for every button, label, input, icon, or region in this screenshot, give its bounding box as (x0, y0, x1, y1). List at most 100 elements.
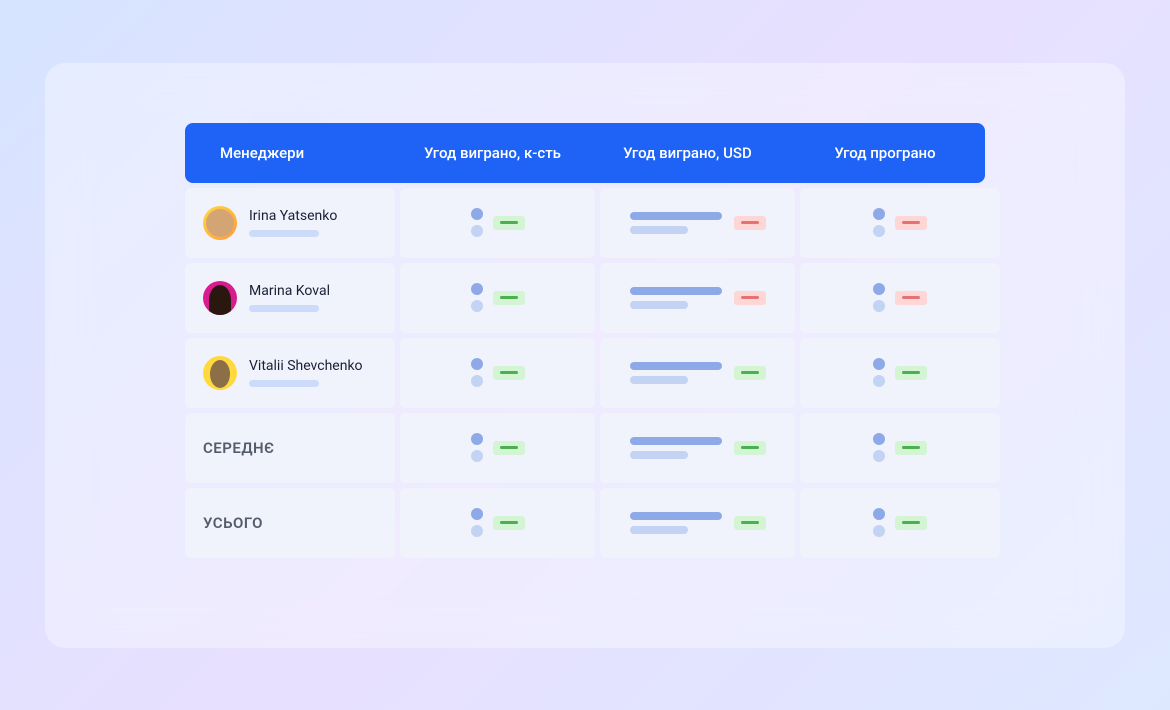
dot-icon (873, 450, 885, 462)
metric-group (471, 358, 525, 387)
metric-dots (471, 283, 483, 312)
metric-group (630, 512, 766, 534)
metric-bars (630, 212, 722, 234)
dot-icon (873, 208, 885, 220)
bar-icon (630, 437, 722, 445)
metric-bars (630, 287, 722, 309)
metric-group (471, 508, 525, 537)
bar-icon (630, 451, 688, 459)
metric-group (630, 287, 766, 309)
summary-row-average: СЕРЕДНЄ (185, 413, 985, 483)
bar-icon (630, 226, 688, 234)
header-managers: Менеджери (185, 144, 395, 162)
metric-group (873, 433, 927, 462)
metric-dots (471, 358, 483, 387)
deals-won-count-cell (400, 263, 595, 333)
table-row: Irina Yatsenko (185, 188, 985, 258)
status-badge-green (493, 366, 525, 380)
metric-dots (471, 433, 483, 462)
metric-group (873, 508, 927, 537)
dot-icon (471, 450, 483, 462)
deals-won-usd-cell (600, 413, 795, 483)
metric-dots (873, 433, 885, 462)
status-badge-green (895, 441, 927, 455)
total-label: УСЬОГО (203, 514, 263, 532)
metric-bars (630, 437, 722, 459)
metric-dots (471, 208, 483, 237)
header-deals-lost: Угод програно (785, 144, 985, 162)
dot-icon (873, 525, 885, 537)
status-badge-red (734, 216, 766, 230)
dot-icon (873, 358, 885, 370)
dot-icon (471, 300, 483, 312)
status-badge-green (493, 291, 525, 305)
metric-group (471, 433, 525, 462)
status-badge-green (493, 216, 525, 230)
manager-cell[interactable]: Irina Yatsenko (185, 188, 395, 258)
metric-group (630, 212, 766, 234)
status-badge-red (734, 291, 766, 305)
avatar (203, 206, 237, 240)
deals-won-usd-cell (600, 188, 795, 258)
manager-cell[interactable]: Vitalii Shevchenko (185, 338, 395, 408)
deals-won-count-cell (400, 188, 595, 258)
bar-icon (630, 526, 688, 534)
deals-lost-cell (800, 188, 1000, 258)
metric-dots (471, 508, 483, 537)
dot-icon (873, 283, 885, 295)
status-badge-green (734, 516, 766, 530)
table-row: Vitalii Shevchenko (185, 338, 985, 408)
bar-icon (630, 287, 722, 295)
status-badge-red (895, 291, 927, 305)
deals-won-count-cell (400, 413, 595, 483)
metric-group (630, 437, 766, 459)
summary-label-cell: УСЬОГО (185, 488, 395, 558)
manager-name: Vitalii Shevchenko (249, 358, 363, 374)
manager-subtitle-placeholder (249, 305, 319, 312)
status-badge-green (734, 441, 766, 455)
dot-icon (471, 433, 483, 445)
metric-group (630, 362, 766, 384)
dot-icon (471, 225, 483, 237)
deals-won-usd-cell (600, 338, 795, 408)
metric-group (873, 283, 927, 312)
metric-bars (630, 362, 722, 384)
avatar (203, 356, 237, 390)
metric-dots (873, 358, 885, 387)
manager-subtitle-placeholder (249, 380, 319, 387)
header-deals-won-count: Угод виграно, к-сть (395, 144, 590, 162)
manager-cell[interactable]: Marina Koval (185, 263, 395, 333)
deals-won-usd-cell (600, 263, 795, 333)
dot-icon (873, 375, 885, 387)
metric-group (471, 283, 525, 312)
bar-icon (630, 376, 688, 384)
dot-icon (471, 375, 483, 387)
summary-row-total: УСЬОГО (185, 488, 985, 558)
status-badge-green (493, 516, 525, 530)
dot-icon (471, 208, 483, 220)
avatar (203, 281, 237, 315)
table-row: Marina Koval (185, 263, 985, 333)
status-badge-green (734, 366, 766, 380)
manager-name: Irina Yatsenko (249, 208, 337, 224)
status-badge-green (895, 516, 927, 530)
bar-icon (630, 362, 722, 370)
status-badge-green (493, 441, 525, 455)
managers-table: Менеджери Угод виграно, к-сть Угод вигра… (185, 123, 985, 558)
metric-group (471, 208, 525, 237)
deals-won-count-cell (400, 488, 595, 558)
dot-icon (873, 225, 885, 237)
dot-icon (873, 433, 885, 445)
main-card: Менеджери Угод виграно, к-сть Угод вигра… (45, 63, 1125, 648)
status-badge-red (895, 216, 927, 230)
metric-dots (873, 508, 885, 537)
manager-info: Vitalii Shevchenko (249, 358, 363, 387)
metric-dots (873, 283, 885, 312)
manager-info: Irina Yatsenko (249, 208, 337, 237)
metric-bars (630, 512, 722, 534)
bar-icon (630, 512, 722, 520)
deals-won-usd-cell (600, 488, 795, 558)
deals-lost-cell (800, 413, 1000, 483)
manager-info: Marina Koval (249, 283, 330, 312)
deals-lost-cell (800, 263, 1000, 333)
